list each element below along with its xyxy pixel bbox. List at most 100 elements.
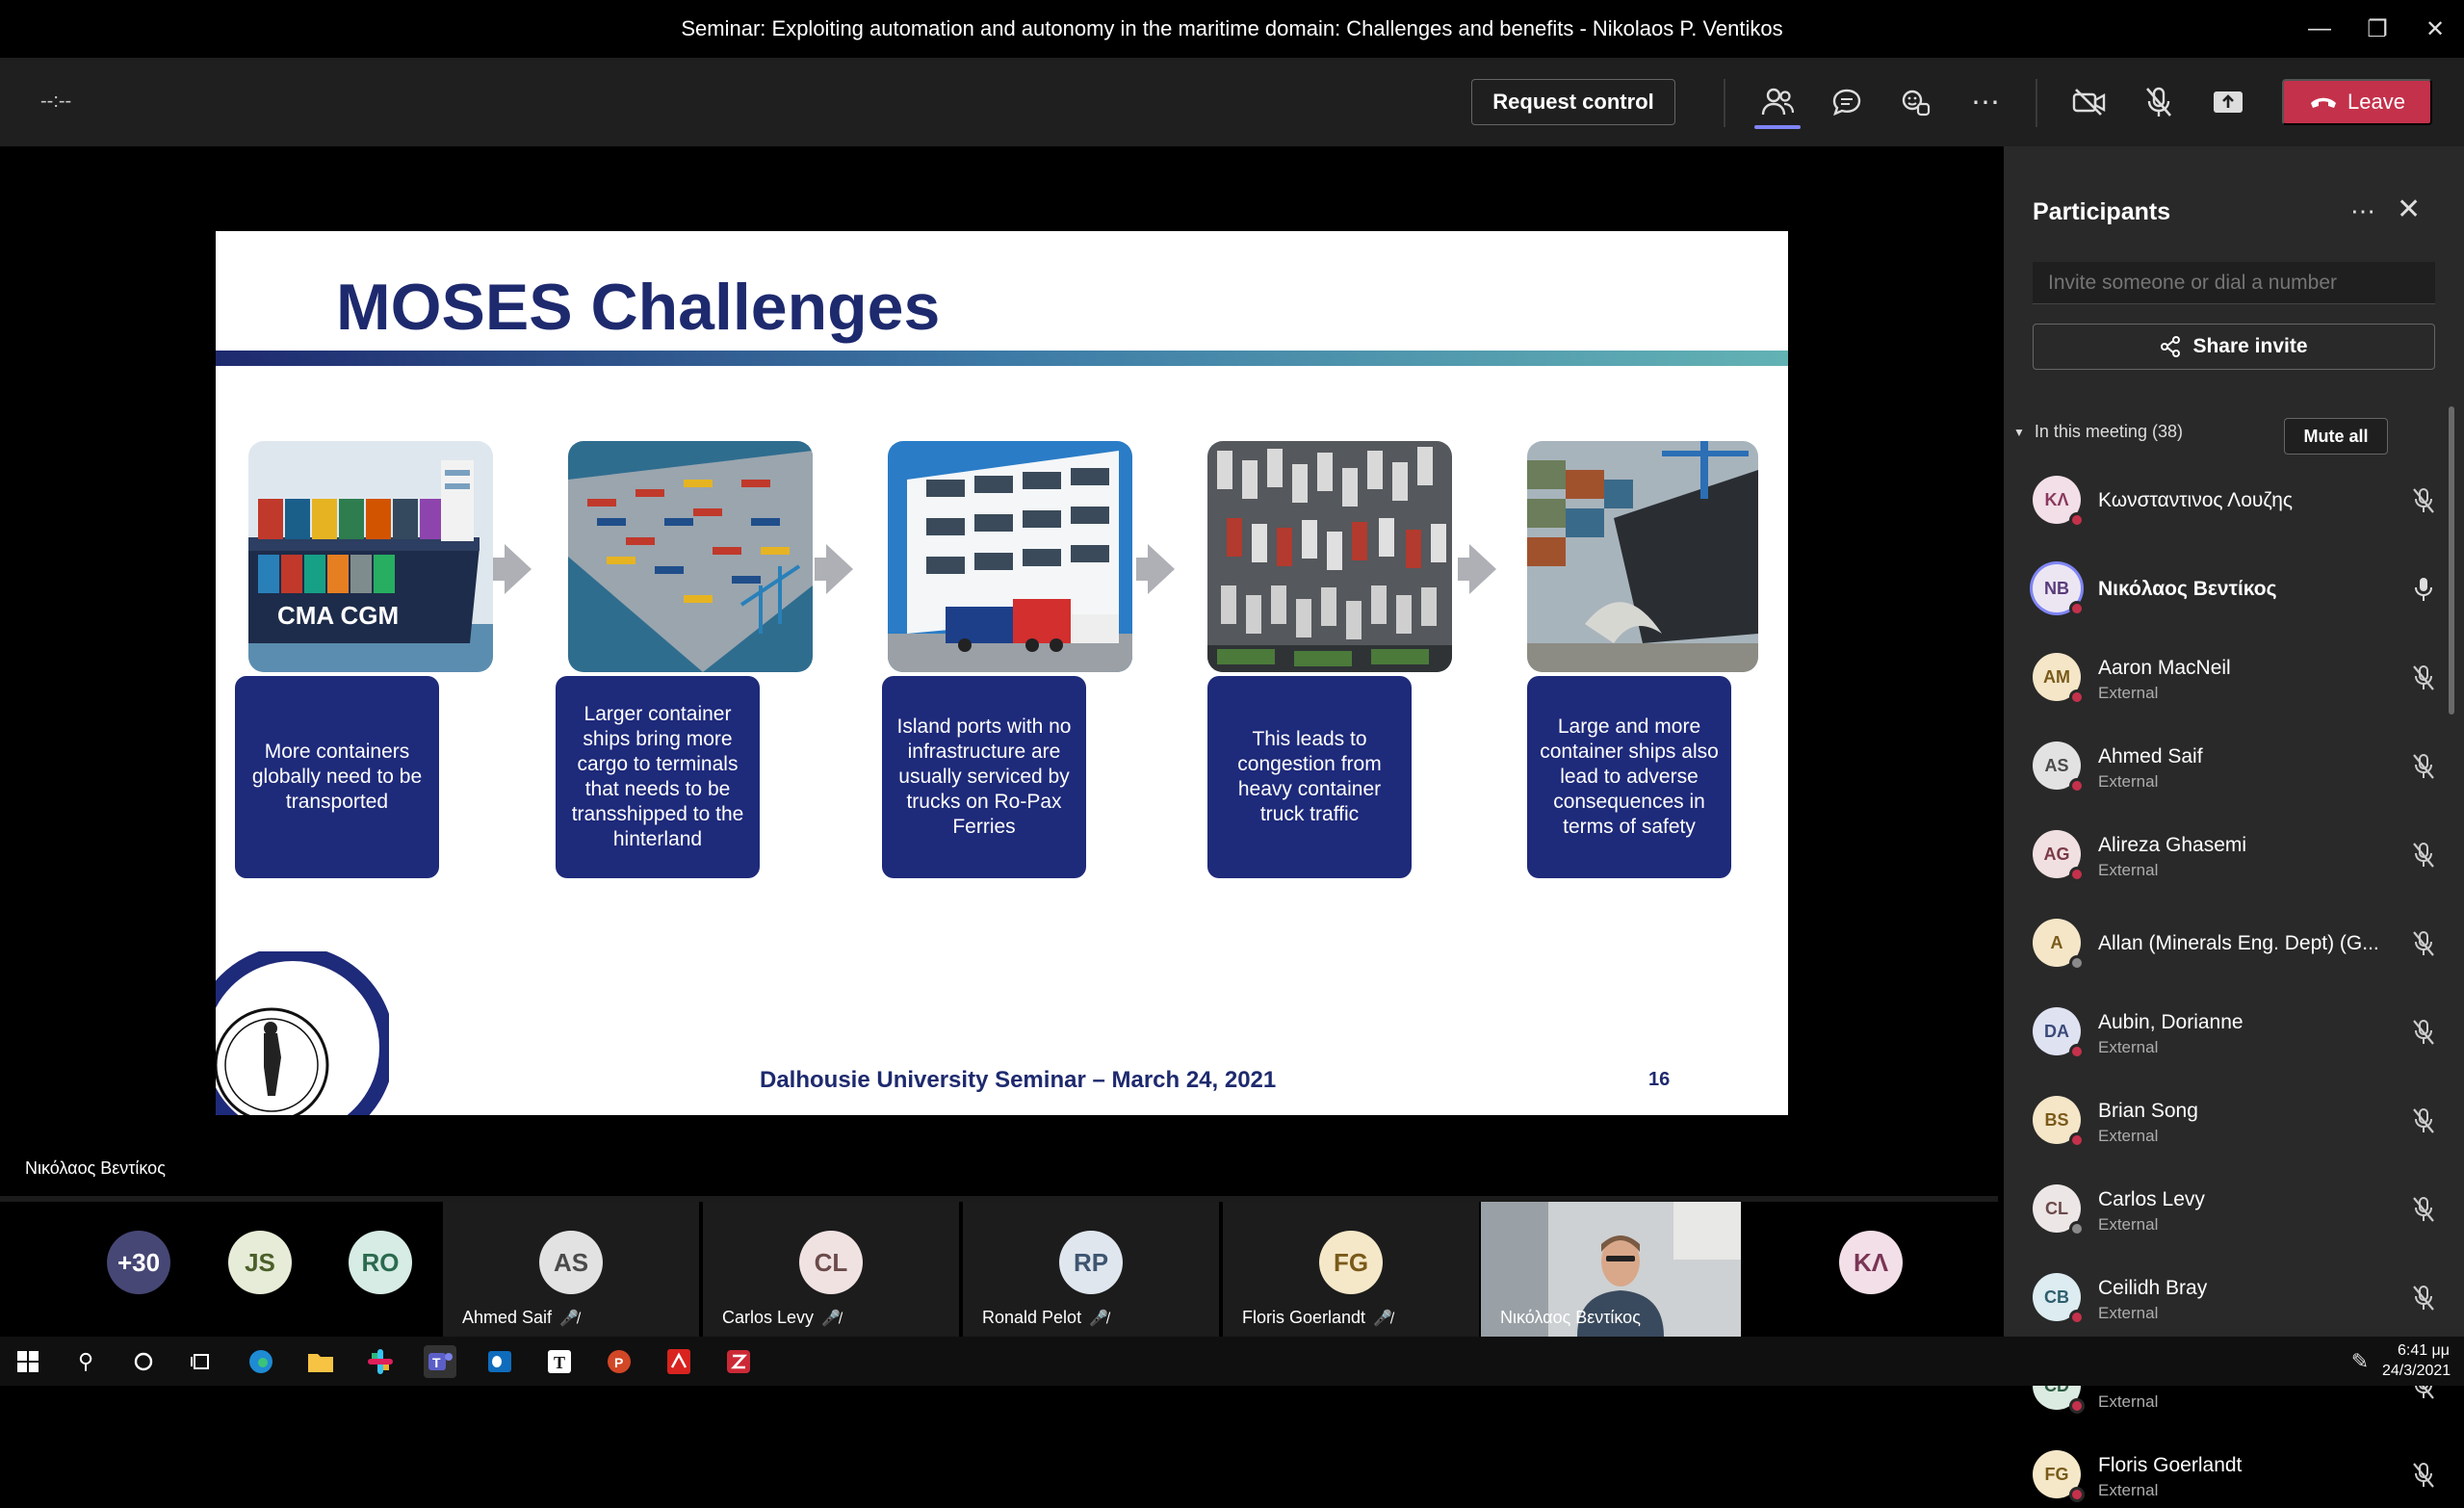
- mic-off-icon[interactable]: [2412, 930, 2435, 957]
- presence-status-icon: [2069, 1487, 2085, 1502]
- search-icon[interactable]: ⚲: [69, 1345, 102, 1378]
- more-options-icon[interactable]: ⋯: [1964, 81, 2007, 123]
- tile-name: Ronald Pelot 🎤̸: [982, 1308, 1108, 1328]
- participant-row[interactable]: FG Floris Goerlandt External: [2004, 1441, 2447, 1508]
- avatar-initials: AG: [2043, 844, 2070, 864]
- video-tile[interactable]: AS Ahmed Saif 🎤̸: [443, 1202, 699, 1337]
- participant-org: External: [2098, 1127, 2159, 1145]
- mic-off-icon[interactable]: [2412, 487, 2435, 514]
- presenter-video-tile[interactable]: Νικόλαος Βεντίκος: [1481, 1202, 1741, 1337]
- ro-pax-ferry-image: [888, 441, 1132, 672]
- participant-name: Alireza Ghasemi: [2098, 834, 2247, 856]
- in-meeting-section-toggle[interactable]: ▼ In this meeting (38): [2013, 422, 2183, 442]
- share-invite-button[interactable]: Share invite: [2033, 324, 2435, 370]
- system-clock[interactable]: 6:41 μμ 24/3/2021: [2382, 1340, 2451, 1381]
- participant-row[interactable]: A Allan (Minerals Eng. Dept) (G...: [2004, 909, 2447, 976]
- participant-row[interactable]: ΚΛ Κωνσταντινος Λουζης: [2004, 466, 2447, 533]
- restore-icon[interactable]: ❐: [2348, 0, 2406, 58]
- video-tile[interactable]: RP Ronald Pelot 🎤̸: [963, 1202, 1219, 1337]
- mute-all-button[interactable]: Mute all: [2284, 418, 2388, 455]
- pen-workspace-icon[interactable]: ✎: [2344, 1345, 2376, 1378]
- share-invite-label: Share invite: [2192, 335, 2308, 357]
- avatar-initials: A: [2050, 932, 2063, 952]
- participant-org: External: [2098, 684, 2159, 702]
- video-tile[interactable]: FG Floris Goerlandt 🎤̸: [1223, 1202, 1479, 1337]
- mic-off-icon[interactable]: [2412, 753, 2435, 780]
- zotero-icon[interactable]: [722, 1345, 755, 1378]
- share-screen-icon[interactable]: [2207, 81, 2249, 123]
- invite-input[interactable]: [2033, 262, 2435, 304]
- more-options-icon[interactable]: ⋯: [2350, 196, 2375, 226]
- avatar-initials: RP: [1073, 1247, 1109, 1277]
- request-control-button[interactable]: Request control: [1471, 79, 1675, 125]
- flow-arrow-icon: [826, 544, 853, 594]
- slide-title: MOSES Challenges: [336, 271, 941, 344]
- participant-row[interactable]: BS Brian Song External: [2004, 1086, 2447, 1154]
- overflow-participants-button[interactable]: +30: [107, 1231, 170, 1294]
- participant-org: External: [2098, 1392, 2159, 1411]
- reactions-icon[interactable]: [1895, 81, 1937, 123]
- close-icon[interactable]: ✕: [2406, 0, 2464, 58]
- mic-off-icon[interactable]: [2412, 1107, 2435, 1134]
- camera-off-icon[interactable]: [2068, 81, 2111, 123]
- step-text: Larger container ships bring more cargo …: [571, 703, 744, 850]
- avatar-initials: RO: [361, 1247, 400, 1277]
- participant-row[interactable]: CB Ceilidh Bray External: [2004, 1263, 2447, 1331]
- mic-off-icon[interactable]: [2412, 1196, 2435, 1223]
- mic-off-icon[interactable]: [2412, 842, 2435, 869]
- window-titlebar: Seminar: Exploiting automation and auton…: [0, 0, 2464, 58]
- participant-name: Floris Goerlandt: [2098, 1454, 2243, 1476]
- participants-icon[interactable]: [1756, 81, 1799, 123]
- mic-off-icon: 🎤̸: [1373, 1310, 1392, 1327]
- section-label: In this meeting (38): [2034, 422, 2183, 441]
- slack-icon[interactable]: [364, 1345, 397, 1378]
- mic-off-icon: 🎤̸: [821, 1310, 841, 1327]
- mic-off-icon[interactable]: [2412, 1285, 2435, 1312]
- avatar: AS: [539, 1231, 603, 1294]
- flow-arrow-icon: [505, 544, 532, 594]
- mic-off-icon[interactable]: [2412, 1019, 2435, 1046]
- clock-date: 24/3/2021: [2382, 1363, 2451, 1379]
- tile-name-label: Νικόλαος Βεντίκος: [1500, 1308, 1641, 1327]
- step-box: Larger container ships bring more cargo …: [556, 676, 760, 878]
- participant-row[interactable]: AM Aaron MacNeil External: [2004, 643, 2447, 711]
- mic-off-icon[interactable]: [2412, 1462, 2435, 1489]
- tile-name-label: Ahmed Saif: [462, 1308, 553, 1327]
- close-panel-icon[interactable]: ✕: [2397, 193, 2421, 226]
- leave-button[interactable]: Leave: [2282, 79, 2432, 125]
- outlook-icon[interactable]: [483, 1345, 516, 1378]
- mic-off-icon[interactable]: [2412, 664, 2435, 691]
- participant-row[interactable]: CL Carlos Levy External: [2004, 1175, 2447, 1242]
- participant-row[interactable]: NB Νικόλαος Βεντίκος: [2004, 555, 2447, 622]
- participant-name: Κωνσταντινος Λουζης: [2098, 489, 2294, 511]
- mic-on-icon[interactable]: [2412, 576, 2435, 603]
- acrobat-reader-icon[interactable]: [662, 1345, 695, 1378]
- cortana-icon[interactable]: [127, 1345, 160, 1378]
- presence-status-icon: [2069, 955, 2085, 971]
- panel-scrollbar[interactable]: [2449, 406, 2454, 715]
- avatar[interactable]: RO: [349, 1231, 412, 1294]
- participant-row[interactable]: AS Ahmed Saif External: [2004, 732, 2447, 799]
- participant-row[interactable]: AG Alireza Ghasemi External: [2004, 820, 2447, 888]
- video-tile[interactable]: CL Carlos Levy 🎤̸: [703, 1202, 959, 1337]
- powerpoint-icon[interactable]: P: [603, 1345, 635, 1378]
- chat-icon[interactable]: [1826, 81, 1868, 123]
- avatar-initials: CB: [2044, 1287, 2069, 1307]
- avatar[interactable]: ΚΛ: [1839, 1231, 1903, 1294]
- file-explorer-icon[interactable]: [304, 1345, 337, 1378]
- teams-icon[interactable]: T: [424, 1345, 456, 1378]
- avatar-initials: DA: [2044, 1021, 2069, 1041]
- task-view-icon[interactable]: [185, 1345, 218, 1378]
- presence-status-icon: [2069, 1398, 2085, 1414]
- step-text: This leads to congestion from heavy cont…: [1237, 728, 1382, 825]
- windows-start-icon[interactable]: [12, 1345, 44, 1378]
- mic-off-icon[interactable]: [2138, 81, 2180, 123]
- avatar-initials: NB: [2044, 578, 2069, 598]
- mic-off-icon: 🎤̸: [559, 1310, 579, 1327]
- minimize-icon[interactable]: —: [2291, 0, 2348, 58]
- participant-row[interactable]: DA Aubin, Dorianne External: [2004, 998, 2447, 1065]
- edge-browser-icon[interactable]: [245, 1345, 277, 1378]
- typora-icon[interactable]: T: [543, 1345, 576, 1378]
- avatar[interactable]: JS: [228, 1231, 292, 1294]
- participant-org: External: [2098, 861, 2159, 879]
